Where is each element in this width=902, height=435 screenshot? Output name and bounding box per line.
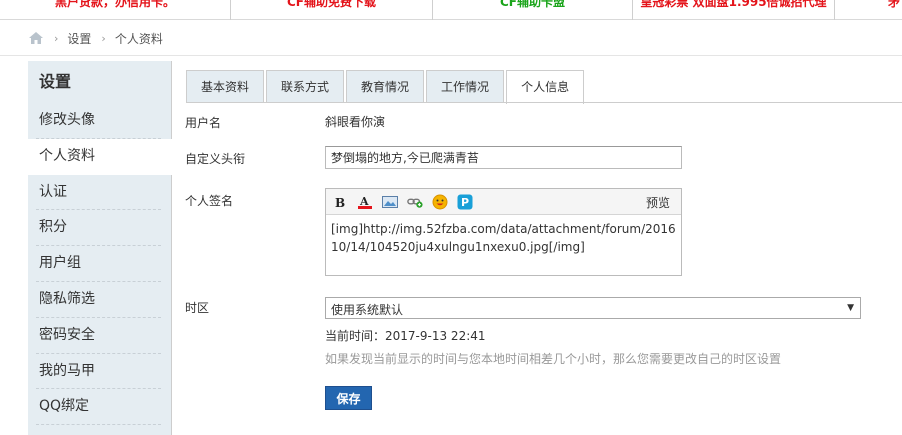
breadcrumb-separator: › [54,31,59,45]
tab-contact[interactable]: 联系方式 [266,70,345,103]
custom-title-input[interactable] [325,146,682,169]
signature-label: 个人签名 [185,194,234,208]
breadcrumb-settings-link[interactable]: 设置 [67,30,91,47]
divider [0,55,902,56]
sidebar-item-privacy[interactable]: 隐私筛选 [28,282,171,318]
ad-link-5[interactable]: 矛 [835,0,902,20]
dropdown-arrow-icon: ▼ [847,303,854,313]
svg-text:B: B [335,196,345,209]
sidebar-item-password[interactable]: 密码安全 [28,318,171,354]
signature-textarea[interactable]: [img]http://img.52fzba.com/data/attachme… [326,215,681,275]
sidebar-item-profile[interactable]: 个人资料 [28,138,172,175]
ad-link-4[interactable]: 皇冠彩票 双面盘1.995倍诚招代理 [633,0,835,20]
ad-link-2[interactable]: CF辅助免费下载 [231,0,433,20]
svg-text:P: P [461,196,469,209]
image-icon[interactable] [382,194,398,210]
home-icon[interactable] [28,31,44,45]
breadcrumb: › 设置 › 个人资料 [28,30,173,46]
username-value: 斜眼看你演 [325,115,386,129]
smiley-icon[interactable] [432,194,448,210]
breadcrumb-separator: › [101,31,106,45]
tab-personal-info[interactable]: 个人信息 [506,70,585,104]
qq-icon[interactable]: P [457,194,473,210]
sidebar-title: 设置 [39,72,72,91]
editor-toolbar: B A P 预览 [326,189,681,215]
tabs-divider [186,102,902,103]
current-time-value: 2017-9-13 22:41 [385,329,486,343]
timezone-selected-value: 使用系统默认 [331,303,404,317]
tab-basic-info[interactable]: 基本资料 [186,70,265,103]
current-time: 当前时间：2017-9-13 22:41 [325,327,486,344]
sidebar: 设置 修改头像 个人资料 认证 积分 用户组 隐私筛选 密码安全 我的马甲 QQ… [28,61,172,435]
sidebar-item-avatar[interactable]: 修改头像 [28,103,171,139]
ad-link-3[interactable]: CF辅助卡盟 [433,0,633,20]
sidebar-item-qq-bind[interactable]: QQ绑定 [28,389,171,425]
sidebar-item-verify[interactable]: 认证 [28,175,171,211]
timezone-select[interactable]: 使用系统默认 ▼ [325,297,861,319]
save-button[interactable]: 保存 [325,386,372,410]
username-label: 用户名 [185,116,222,130]
sidebar-item-usergroup[interactable]: 用户组 [28,246,171,282]
signature-editor: B A P 预览 [img]http://img.52fzba.com/data… [325,188,682,276]
current-time-label: 当前时间： [325,329,386,343]
custom-title-label: 自定义头衔 [185,152,246,166]
font-color-icon[interactable]: A [357,194,373,210]
bold-icon[interactable]: B [332,194,348,210]
profile-tabs: 基本资料 联系方式 教育情况 工作情况 个人信息 [186,70,586,104]
breadcrumb-profile-link[interactable]: 个人资料 [115,30,163,47]
timezone-label: 时区 [185,301,210,315]
sidebar-item-credits[interactable]: 积分 [28,210,171,246]
tab-work[interactable]: 工作情况 [426,70,505,103]
timezone-hint: 如果发现当前显示的时间与您本地时间相差几个小时，那么您需要更改自己的时区设置 [325,352,782,366]
sidebar-item-alias[interactable]: 我的马甲 [28,354,171,390]
tab-education[interactable]: 教育情况 [346,70,425,103]
ad-link-1[interactable]: 黑户贷款，办信用卡。 [0,0,231,20]
ad-banner: 黑户贷款，办信用卡。 CF辅助免费下载 CF辅助卡盟 皇冠彩票 双面盘1.995… [0,0,902,20]
link-icon[interactable] [407,194,423,210]
preview-button[interactable]: 预览 [646,194,670,211]
